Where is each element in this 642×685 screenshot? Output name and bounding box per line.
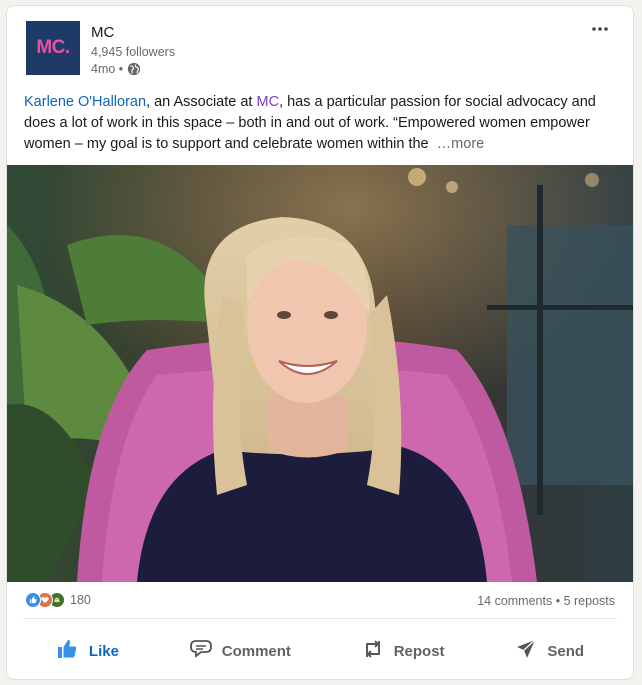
post-meta: 4mo • — [91, 62, 141, 76]
repost-label: Repost — [393, 642, 445, 660]
thumbs-up-icon — [56, 637, 80, 665]
comment-button[interactable]: Comment — [177, 629, 303, 673]
globe-icon — [127, 62, 141, 76]
social-counts-bar: 180 14 comments • 5 reposts — [7, 588, 633, 614]
comment-label: Comment — [221, 642, 291, 660]
repost-button[interactable]: Repost — [349, 629, 457, 673]
company-mention-link[interactable]: MC — [257, 94, 280, 110]
post-header: MC. MC 4,945 followers 4mo • — [7, 6, 633, 88]
count-separator: • — [555, 594, 561, 608]
divider — [23, 618, 617, 619]
like-label: Like — [88, 642, 119, 660]
engagement-counts: 14 comments • 5 reposts — [477, 594, 615, 608]
action-bar: Like Comment Repost Send — [7, 624, 633, 678]
reactions-summary[interactable]: 180 — [25, 592, 91, 608]
post-text: Karlene O'Halloran, an Associate at MC, … — [24, 92, 620, 155]
see-more-link[interactable]: …more — [437, 136, 485, 152]
repost-count-link[interactable]: 5 reposts — [564, 594, 615, 608]
send-label: Send — [547, 642, 585, 660]
comment-count-link[interactable]: 14 comments — [477, 594, 552, 608]
more-options-icon[interactable] — [587, 20, 613, 38]
repost-icon — [361, 637, 385, 665]
send-icon — [514, 637, 538, 665]
follower-count: 4,945 followers — [91, 45, 176, 59]
person-mention-link[interactable]: Karlene O'Halloran — [24, 94, 146, 110]
feed-post-card: MC. MC 4,945 followers 4mo • Karlene O'H… — [6, 5, 634, 680]
reaction-count: 180 — [70, 593, 91, 607]
post-text-segment: , an Associate at — [146, 94, 257, 110]
company-logo-text: MC. — [36, 37, 70, 58]
company-name[interactable]: MC — [91, 24, 114, 41]
post-age: 4mo • — [91, 62, 124, 76]
post-photo[interactable] — [7, 165, 633, 582]
like-button[interactable]: Like — [44, 629, 131, 673]
send-button[interactable]: Send — [502, 629, 596, 673]
company-logo[interactable]: MC. — [26, 21, 80, 75]
comment-icon — [189, 637, 213, 665]
like-reaction-icon — [25, 592, 41, 608]
